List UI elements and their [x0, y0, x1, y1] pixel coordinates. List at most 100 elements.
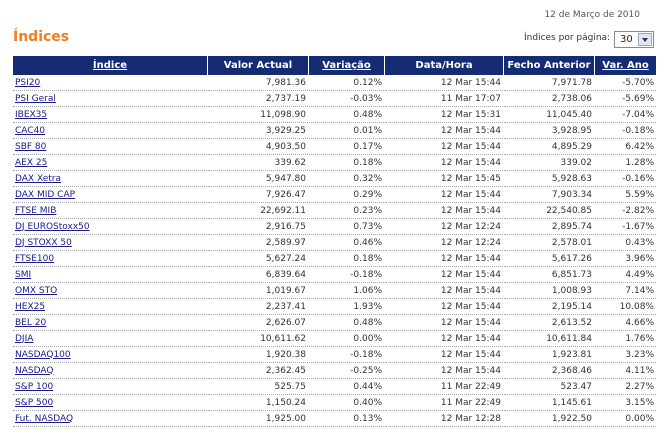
datetime-cell: 12 Mar 15:44	[385, 331, 503, 347]
table-row: PSI20 7,981.36 0.12% 12 Mar 15:44 7,971.78 -5…	[13, 75, 656, 91]
index-link[interactable]: PSI Geral	[13, 91, 207, 107]
ytd-cell: 2.27%	[595, 379, 656, 395]
prev-close-cell: 5,928.63	[504, 171, 594, 187]
prev-close-cell: 7,903.34	[504, 187, 594, 203]
ytd-cell: 7.14%	[595, 283, 656, 299]
index-link[interactable]: CAC40	[13, 123, 207, 139]
prev-close-cell: 4,895.29	[504, 139, 594, 155]
index-link[interactable]: SBF 80	[13, 139, 207, 155]
prev-close-cell: 11,045.40	[504, 107, 594, 123]
change-cell: 1.93%	[309, 299, 384, 315]
table-row: FTSE MIB 22,692.11 0.23% 12 Mar 15:44 22,540…	[13, 203, 656, 219]
indices-table: Índice Valor Actual Variação Data/Hora F…	[12, 56, 657, 427]
datetime-cell: 12 Mar 12:28	[385, 411, 503, 427]
value-cell: 7,926.47	[208, 187, 308, 203]
change-cell: 0.48%	[309, 107, 384, 123]
index-link[interactable]: OMX STO	[13, 283, 207, 299]
table-row: OMX STO 1,019.67 1.06% 12 Mar 15:44 1,008.93…	[13, 283, 656, 299]
col-header-ytd[interactable]: Var. Ano	[595, 56, 656, 75]
index-link[interactable]: S&P 100	[13, 379, 207, 395]
ytd-cell: 10.08%	[595, 299, 656, 315]
index-link[interactable]: IBEX35	[13, 107, 207, 123]
prev-close-cell: 2,578.01	[504, 235, 594, 251]
value-cell: 1,925.00	[208, 411, 308, 427]
ytd-cell: 1.76%	[595, 331, 656, 347]
prev-close-cell: 2,195.14	[504, 299, 594, 315]
index-link[interactable]: HEX25	[13, 299, 207, 315]
value-cell: 3,929.25	[208, 123, 308, 139]
datetime-cell: 12 Mar 15:44	[385, 187, 503, 203]
value-cell: 6,839.64	[208, 267, 308, 283]
datetime-cell: 11 Mar 22:49	[385, 395, 503, 411]
index-link[interactable]: DAX Xetra	[13, 171, 207, 187]
index-link[interactable]: DJIA	[13, 331, 207, 347]
value-cell: 339.62	[208, 155, 308, 171]
prev-close-cell: 2,613.52	[504, 315, 594, 331]
page-date: 12 de Março de 2010	[544, 10, 640, 20]
index-link[interactable]: DJ STOXX 50	[13, 235, 207, 251]
per-page-select[interactable]: 30	[614, 31, 654, 48]
index-link[interactable]: SMI	[13, 267, 207, 283]
index-link[interactable]: FTSE100	[13, 251, 207, 267]
value-cell: 2,362.45	[208, 363, 308, 379]
index-link[interactable]: AEX 25	[13, 155, 207, 171]
prev-close-cell: 1,145.61	[504, 395, 594, 411]
change-cell: -0.18%	[309, 267, 384, 283]
table-row: IBEX35 11,098.90 0.48% 12 Mar 15:31 11,045.4…	[13, 107, 656, 123]
chevron-down-icon[interactable]	[638, 33, 652, 46]
prev-close-cell: 1,008.93	[504, 283, 594, 299]
value-cell: 1,920.38	[208, 347, 308, 363]
change-cell: 0.01%	[309, 123, 384, 139]
index-link[interactable]: NASDAQ100	[13, 347, 207, 363]
change-cell: 0.46%	[309, 235, 384, 251]
index-link[interactable]: PSI20	[13, 75, 207, 91]
prev-close-cell: 10,611.84	[504, 331, 594, 347]
datetime-cell: 12 Mar 15:44	[385, 123, 503, 139]
change-cell: 0.17%	[309, 139, 384, 155]
prev-close-cell: 339.02	[504, 155, 594, 171]
datetime-cell: 12 Mar 12:24	[385, 219, 503, 235]
value-cell: 525.75	[208, 379, 308, 395]
index-link[interactable]: S&P 500	[13, 395, 207, 411]
value-cell: 11,098.90	[208, 107, 308, 123]
index-link[interactable]: DJ EUROStoxx50	[13, 219, 207, 235]
value-cell: 22,692.11	[208, 203, 308, 219]
value-cell: 4,903.50	[208, 139, 308, 155]
prev-close-cell: 2,738.06	[504, 91, 594, 107]
value-cell: 5,627.24	[208, 251, 308, 267]
prev-close-cell: 6,851.73	[504, 267, 594, 283]
ytd-cell: -7.04%	[595, 107, 656, 123]
table-row: PSI Geral 2,737.19 -0.03% 11 Mar 17:07 2,738…	[13, 91, 656, 107]
value-cell: 7,981.36	[208, 75, 308, 91]
datetime-cell: 12 Mar 15:44	[385, 363, 503, 379]
datetime-cell: 12 Mar 15:44	[385, 155, 503, 171]
datetime-cell: 11 Mar 22:49	[385, 379, 503, 395]
value-cell: 5,947.80	[208, 171, 308, 187]
change-cell: -0.18%	[309, 347, 384, 363]
index-link[interactable]: FTSE MIB	[13, 203, 207, 219]
ytd-cell: 6.42%	[595, 139, 656, 155]
col-header-index[interactable]: Índice	[13, 56, 207, 75]
change-cell: -0.03%	[309, 91, 384, 107]
datetime-cell: 12 Mar 15:45	[385, 171, 503, 187]
ytd-cell: -1.67%	[595, 219, 656, 235]
index-link[interactable]: DAX MID CAP	[13, 187, 207, 203]
table-row: SBF 80 4,903.50 0.17% 12 Mar 15:44 4,895.29 6…	[13, 139, 656, 155]
change-cell: 0.13%	[309, 411, 384, 427]
table-row: DAX MID CAP 7,926.47 0.29% 12 Mar 15:44 7,90…	[13, 187, 656, 203]
index-link[interactable]: BEL 20	[13, 315, 207, 331]
per-page-label: Índices por página:	[524, 33, 611, 43]
ytd-cell: 3.23%	[595, 347, 656, 363]
change-cell: 1.06%	[309, 283, 384, 299]
ytd-cell: 3.96%	[595, 251, 656, 267]
col-header-change[interactable]: Variação	[309, 56, 384, 75]
ytd-cell: 5.59%	[595, 187, 656, 203]
index-link[interactable]: Fut. NASDAQ	[13, 411, 207, 427]
datetime-cell: 11 Mar 17:07	[385, 91, 503, 107]
index-link[interactable]: NASDAQ	[13, 363, 207, 379]
datetime-cell: 12 Mar 15:44	[385, 315, 503, 331]
prev-close-cell: 7,971.78	[504, 75, 594, 91]
ytd-cell: 0.43%	[595, 235, 656, 251]
prev-close-cell: 3,928.95	[504, 123, 594, 139]
table-header-row: Índice Valor Actual Variação Data/Hora F…	[13, 56, 656, 75]
